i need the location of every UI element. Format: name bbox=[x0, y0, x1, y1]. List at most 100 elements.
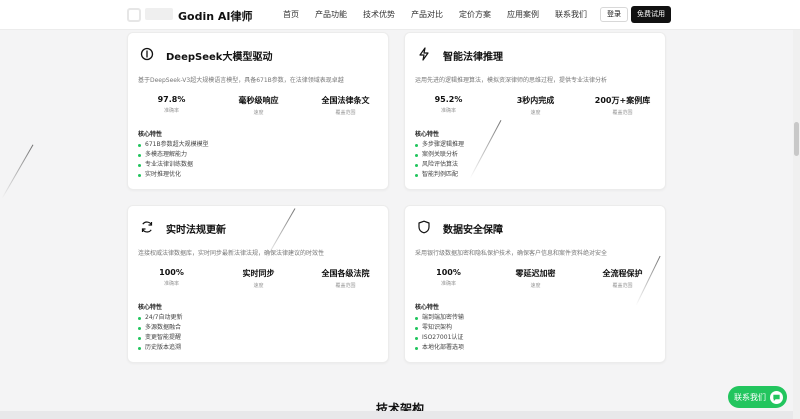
stat-label: 覆盖范围 bbox=[612, 283, 633, 289]
feature-text: 本地化部署选项 bbox=[422, 344, 465, 351]
logo-mark-faded bbox=[145, 8, 173, 20]
nav-features[interactable]: 产品功能 bbox=[315, 9, 347, 20]
stat-speed: 实时同步 速度 bbox=[215, 268, 302, 289]
lightning-icon bbox=[415, 45, 433, 63]
features-heading: 核心特性 bbox=[138, 131, 163, 138]
nav-compare[interactable]: 产品对比 bbox=[411, 9, 443, 20]
bullet-dot-icon bbox=[415, 153, 418, 157]
bullet-dot-icon bbox=[138, 316, 141, 320]
free-trial-button[interactable]: 免费试用 bbox=[631, 6, 671, 23]
feature-text: 24/7自动更新 bbox=[145, 314, 183, 321]
scrollbar[interactable] bbox=[793, 0, 800, 419]
feature-text: 多步骤逻辑推理 bbox=[422, 141, 465, 148]
brand-name[interactable]: Godin AI律师 bbox=[178, 8, 253, 24]
stat-accuracy: 100% 准确率 bbox=[405, 268, 492, 289]
nav-home[interactable]: 首页 bbox=[283, 9, 299, 20]
logo-icon[interactable] bbox=[127, 8, 141, 22]
bullet-dot-icon bbox=[415, 316, 418, 320]
list-item: 多步骤逻辑推理 bbox=[415, 140, 464, 150]
feature-text: 历史版本追溯 bbox=[145, 344, 182, 351]
bullet-dot-icon bbox=[138, 143, 141, 147]
stat-label: 速度 bbox=[530, 110, 541, 116]
shield-icon bbox=[415, 218, 433, 236]
contact-button-label: 联系我们 bbox=[734, 392, 766, 402]
bullet-dot-icon bbox=[138, 153, 141, 157]
feature-text: 智能判例匹配 bbox=[422, 171, 459, 178]
feature-text: 多源数据融合 bbox=[145, 324, 182, 331]
list-item: 端到端加密传输 bbox=[415, 313, 464, 323]
stat-label: 准确率 bbox=[440, 281, 456, 287]
list-item: 本地化部署选项 bbox=[415, 343, 464, 353]
card-description: 基于DeepSeek-V3超大规模语言模型，具备671B参数，在法律领域表现卓越 bbox=[138, 77, 344, 84]
features-heading: 核心特性 bbox=[138, 304, 163, 311]
bullet-dot-icon bbox=[415, 346, 418, 350]
list-item: 历史版本追溯 bbox=[138, 343, 182, 353]
stat-accuracy: 95.2% 准确率 bbox=[405, 95, 492, 116]
list-item: 智能判例匹配 bbox=[415, 170, 464, 180]
stat-speed: 3秒内完成 速度 bbox=[492, 95, 579, 116]
stat-speed: 毫秒级响应 速度 bbox=[215, 95, 302, 116]
nav-cases[interactable]: 应用案例 bbox=[507, 9, 539, 20]
card-title: 智能法律推理 bbox=[443, 52, 503, 63]
feature-text: 风险评估算法 bbox=[422, 161, 459, 168]
stat-value: 100% bbox=[159, 268, 184, 277]
login-button[interactable]: 登录 bbox=[600, 7, 628, 22]
card-stats: 95.2% 准确率 3秒内完成 速度 200万+案例库 覆盖范围 bbox=[405, 95, 667, 116]
card-stats: 97.8% 准确率 毫秒级响应 速度 全国法律条文 覆盖范围 bbox=[128, 95, 390, 116]
stat-value: 毫秒级响应 bbox=[238, 96, 279, 105]
stat-accuracy: 97.8% 准确率 bbox=[128, 95, 215, 116]
stat-value: 95.2% bbox=[434, 95, 463, 104]
stat-value: 97.8% bbox=[157, 95, 186, 104]
list-item: 专业法律训练数据 bbox=[138, 160, 209, 170]
refresh-icon bbox=[138, 218, 156, 236]
contact-us-floating-button[interactable]: 联系我们 bbox=[728, 386, 787, 408]
list-item: 实时推理优化 bbox=[138, 170, 209, 180]
list-item: 风险评估算法 bbox=[415, 160, 464, 170]
card-stats: 100% 准确率 实时同步速度 全国各级法院 覆盖范围 bbox=[128, 268, 390, 289]
list-item: 变更智能提醒 bbox=[138, 333, 182, 343]
brain-icon bbox=[138, 45, 156, 63]
bullet-dot-icon bbox=[415, 163, 418, 167]
stat-value: 全国各级法院 bbox=[321, 269, 370, 278]
stat-value: 零延迟加密 bbox=[515, 269, 556, 278]
list-item: 24/7自动更新 bbox=[138, 313, 182, 323]
nav-tech[interactable]: 技术优势 bbox=[363, 9, 395, 20]
list-item: 案例关联分析 bbox=[415, 150, 464, 160]
feature-text: 端到端加密传输 bbox=[422, 314, 465, 321]
chat-icon bbox=[770, 390, 783, 404]
nav-pricing[interactable]: 定价方案 bbox=[459, 9, 491, 20]
bullet-dot-icon bbox=[415, 173, 418, 177]
card-description: 运用先进的逻辑推理算法，模拟资深律师的思维过程，提供专业法律分析 bbox=[415, 77, 608, 84]
feature-text: 671B参数超大规模模型 bbox=[145, 141, 209, 148]
list-item: 多模态理解能力 bbox=[138, 150, 209, 160]
bullet-dot-icon bbox=[415, 336, 418, 340]
card-description: 连接权威法律数据库，实时同步最新法律法规，确保法律建议的时效性 bbox=[138, 250, 325, 257]
stat-label: 覆盖范围 bbox=[612, 110, 633, 116]
stat-coverage: 200万+案例库 覆盖范围 bbox=[579, 95, 666, 116]
feature-card-reasoning: 智能法律推理 运用先进的逻辑推理算法，模拟资深律师的思维过程，提供专业法律分析 … bbox=[404, 32, 666, 190]
stat-accuracy: 100% 准确率 bbox=[128, 268, 215, 289]
list-item: 零知识架构 bbox=[415, 323, 464, 333]
stat-value: 200万+案例库 bbox=[594, 96, 651, 105]
feature-card-security: 数据安全保障 采用银行级数据加密和隐私保护技术，确保客户信息和案件资料绝对安全 … bbox=[404, 205, 666, 363]
stat-label: 准确率 bbox=[440, 108, 456, 114]
stat-coverage: 全国各级法院 覆盖范围 bbox=[302, 268, 389, 289]
scrollbar-thumb[interactable] bbox=[794, 122, 799, 156]
page-bottom-strip bbox=[0, 411, 800, 419]
nav-menu: 首页 产品功能 技术优势 产品对比 定价方案 应用案例 联系我们 bbox=[283, 9, 603, 20]
bullet-dot-icon bbox=[138, 336, 141, 340]
card-title: 数据安全保障 bbox=[443, 225, 503, 236]
stat-value: 实时同步 bbox=[242, 269, 275, 278]
list-item: 671B参数超大规模模型 bbox=[138, 140, 209, 150]
stat-label: 覆盖范围 bbox=[335, 110, 356, 116]
feature-text: 变更智能提醒 bbox=[145, 334, 182, 341]
stat-speed: 零延迟加密 速度 bbox=[492, 268, 579, 289]
bullet-dot-icon bbox=[138, 163, 141, 167]
nav-contact[interactable]: 联系我们 bbox=[555, 9, 587, 20]
stat-label: 速度 bbox=[253, 283, 264, 289]
stat-label: 准确率 bbox=[163, 281, 179, 287]
list-item: ISO27001认证 bbox=[415, 333, 464, 343]
stat-coverage: 全国法律条文 覆盖范围 bbox=[302, 95, 389, 116]
feature-text: 零知识架构 bbox=[422, 324, 453, 331]
stat-value: 全国法律条文 bbox=[321, 96, 370, 105]
